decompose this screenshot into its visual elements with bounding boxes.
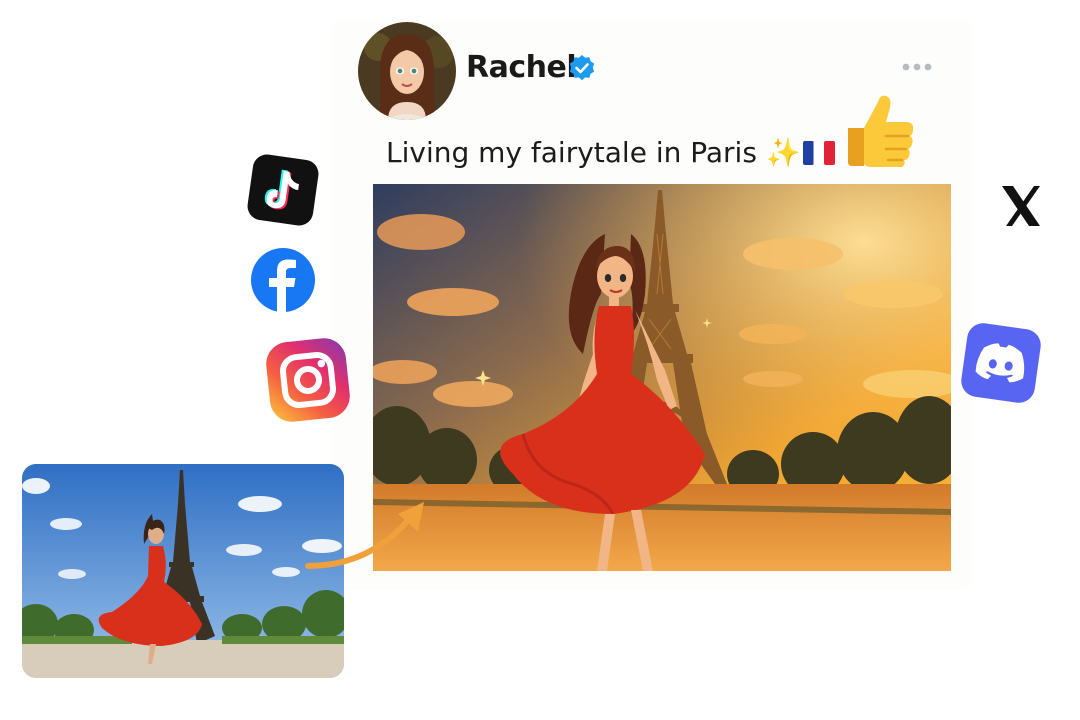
photo-eiffel-tower-image: [22, 464, 344, 678]
username[interactable]: Rachel: [466, 50, 577, 86]
cartoon-eiffel-tower-image: [373, 184, 951, 571]
post-image[interactable]: [373, 184, 951, 571]
source-photo[interactable]: [22, 464, 344, 678]
more-options-icon[interactable]: [900, 58, 934, 76]
thumbs-up-icon[interactable]: [836, 88, 920, 172]
avatar-image: [358, 22, 456, 120]
caption-text: Living my fairytale in Paris: [386, 136, 757, 169]
france-flag-icon: [802, 141, 835, 165]
facebook-icon[interactable]: [250, 247, 316, 313]
x-icon[interactable]: [978, 164, 1062, 248]
sparkles-icon: ✨: [765, 136, 801, 169]
verified-badge-icon: [569, 55, 595, 81]
discord-icon[interactable]: [958, 320, 1044, 406]
tiktok-icon[interactable]: [246, 153, 320, 227]
curved-arrow-icon: [305, 502, 424, 569]
post-caption: Living my fairytale in Paris ✨: [386, 136, 835, 170]
avatar[interactable]: [358, 22, 456, 120]
instagram-icon[interactable]: [260, 332, 356, 428]
